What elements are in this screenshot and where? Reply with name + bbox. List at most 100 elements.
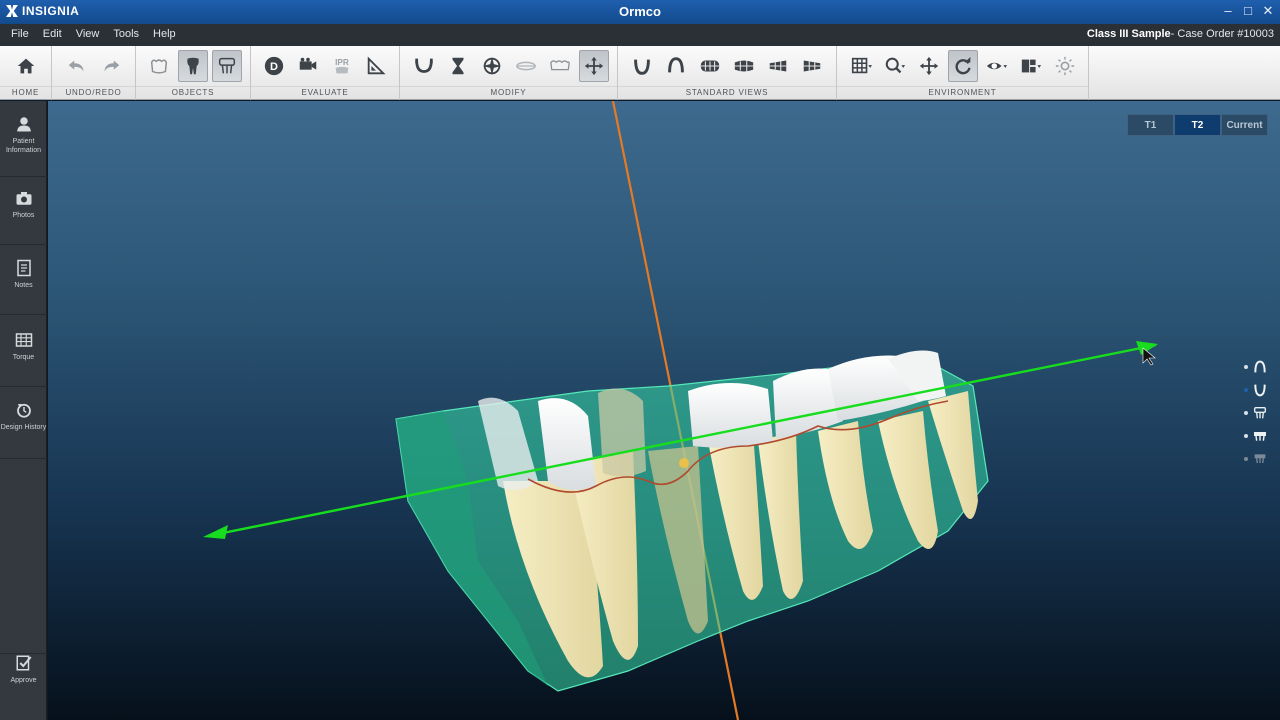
bite-plane-button[interactable] <box>511 50 541 82</box>
measure-button[interactable] <box>361 50 391 82</box>
svg-text:IPR: IPR <box>335 58 349 67</box>
sidebar-item-patient-information[interactable]: Patient Information <box>0 115 47 177</box>
group-home: HOME <box>0 46 52 100</box>
view-oblique-button[interactable] <box>797 50 827 82</box>
toggle-teeth[interactable] <box>1244 401 1268 424</box>
group-evaluate: D IPR EVALUATE <box>251 46 400 100</box>
toggle-lower-arch[interactable] <box>1244 378 1268 401</box>
bracket-icon <box>1254 453 1266 463</box>
group-label-home: HOME <box>0 86 51 98</box>
rotate-icon <box>955 56 971 75</box>
close-button[interactable]: ✕ <box>1260 2 1276 20</box>
history-timer-icon <box>16 403 31 418</box>
ipr-button[interactable]: IPR <box>327 50 357 82</box>
toggle-dot <box>1244 456 1248 461</box>
title-bar: INSIGNIA Ormco – □ ✕ <box>0 0 1280 24</box>
toggle-dot <box>1244 433 1248 438</box>
redo-button[interactable] <box>96 50 126 82</box>
case-info: Class III Sample- Case Order #10003 <box>1087 28 1274 40</box>
move-arrows-icon <box>584 56 603 76</box>
menu-file[interactable]: File <box>4 28 36 40</box>
sidebar-item-design-history[interactable]: Design History <box>0 401 47 459</box>
move-tooth-button[interactable] <box>578 50 609 82</box>
eye-icon <box>986 62 1007 70</box>
side-teeth-right-icon <box>734 60 754 72</box>
approve-check-icon <box>16 655 31 671</box>
group-label-modify: MODIFY <box>400 86 617 98</box>
home-button[interactable] <box>11 50 41 82</box>
approve-button[interactable]: Approve <box>0 653 47 705</box>
sidebar-item-torque[interactable]: Torque <box>0 331 47 387</box>
redo-icon <box>104 60 119 72</box>
view-lower-occlusal-button[interactable] <box>661 50 691 82</box>
hourglass-icon <box>452 57 463 75</box>
visibility-button[interactable] <box>982 50 1012 82</box>
case-name: Class III Sample <box>1086 28 1171 40</box>
left-sidebar: Patient Information Photos Notes Torque … <box>0 101 47 720</box>
home-icon <box>17 58 34 74</box>
compass-target-icon <box>482 56 501 76</box>
diagnostics-button[interactable]: D <box>259 50 289 82</box>
video-button[interactable] <box>293 50 323 82</box>
target-button[interactable] <box>477 50 507 82</box>
camera-movie-icon <box>299 57 317 70</box>
rotate-button[interactable] <box>947 50 978 82</box>
view-right-button[interactable] <box>729 50 759 82</box>
sidebar-label-torque: Torque <box>12 354 35 361</box>
case-order: - Case Order #10003 <box>1170 28 1274 40</box>
undo-icon <box>68 60 83 72</box>
pivot-point[interactable] <box>679 458 689 468</box>
undo-button[interactable] <box>62 50 92 82</box>
side-teeth-left-icon <box>769 60 787 72</box>
lower-arch-icon <box>1254 384 1266 396</box>
dentition-button[interactable] <box>545 50 575 82</box>
minimize-button[interactable]: – <box>1220 2 1236 20</box>
group-label-environment: ENVIRONMENT <box>837 86 1088 98</box>
sidebar-item-notes[interactable]: Notes <box>0 259 47 315</box>
toggle-brackets[interactable] <box>1244 447 1268 470</box>
sidebar-label-design-history: Design History <box>0 424 47 431</box>
view-upper-occlusal-button[interactable] <box>627 50 657 82</box>
grid-button[interactable] <box>846 50 876 82</box>
layout-button[interactable] <box>1016 50 1046 82</box>
gums-icon <box>150 59 168 74</box>
3d-viewport[interactable]: T1 T2 Current <box>48 101 1280 720</box>
brackets-toggle-button[interactable] <box>212 50 242 82</box>
timepoint-t2[interactable]: T2 <box>1174 114 1221 136</box>
group-environment: ENVIRONMENT <box>837 46 1089 100</box>
hourglass-button[interactable] <box>443 50 473 82</box>
arch-teeth-icon <box>414 58 433 73</box>
menu-edit[interactable]: Edit <box>36 28 69 40</box>
arch-form-button[interactable] <box>409 50 439 82</box>
menu-help[interactable]: Help <box>146 28 183 40</box>
arch-view-toggles <box>1244 355 1268 470</box>
sidebar-label-notes: Notes <box>14 282 33 289</box>
gums-toggle-button[interactable] <box>144 50 174 82</box>
camera-icon <box>16 192 31 205</box>
sidebar-item-photos[interactable]: Photos <box>0 189 47 245</box>
toggle-gums[interactable] <box>1244 424 1268 447</box>
dentition-row-icon <box>549 60 570 71</box>
group-objects: OBJECTS <box>136 46 251 100</box>
menu-view[interactable]: View <box>69 28 107 40</box>
pan-button[interactable] <box>914 50 944 82</box>
menu-tools[interactable]: Tools <box>106 28 146 40</box>
toggle-upper-arch[interactable] <box>1244 355 1268 378</box>
menu-bar: File Edit View Tools Help Class III Samp… <box>0 24 1280 46</box>
layout-panels-icon <box>1021 59 1041 73</box>
view-left-button[interactable] <box>763 50 793 82</box>
diagnostics-d-icon: D <box>264 56 284 76</box>
teeth-toggle-button[interactable] <box>178 50 208 82</box>
timepoint-current[interactable]: Current <box>1221 114 1268 136</box>
person-icon <box>16 117 31 132</box>
zoom-button[interactable] <box>880 50 910 82</box>
lighting-button[interactable] <box>1050 50 1080 82</box>
group-label-evaluate: EVALUATE <box>251 86 399 98</box>
timepoint-t1[interactable]: T1 <box>1127 114 1174 136</box>
oblique-teeth-icon <box>803 60 821 72</box>
maximize-button[interactable]: □ <box>1240 2 1256 20</box>
tooth-icon <box>187 57 199 75</box>
grid-icon <box>851 57 872 74</box>
view-front-button[interactable] <box>695 50 725 82</box>
group-undo-redo: UNDO/REDO <box>52 46 136 100</box>
